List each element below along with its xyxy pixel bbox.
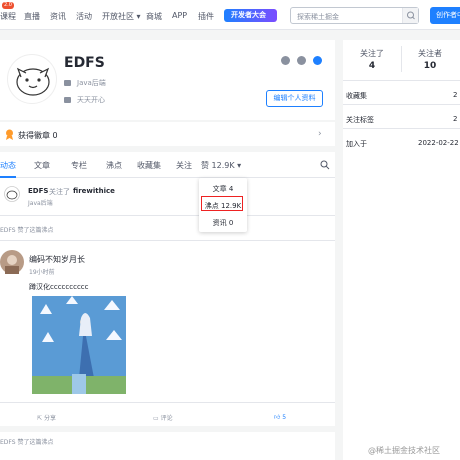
follow-user[interactable]: EDFS bbox=[28, 187, 48, 195]
post-image[interactable] bbox=[32, 296, 126, 394]
tab-following[interactable]: 关注 bbox=[176, 160, 192, 171]
thumbs-up-icon: 👍︎ bbox=[274, 414, 283, 421]
nav-live[interactable]: 直播 bbox=[24, 11, 40, 22]
top-navbar: 2.0 课程 直播 资讯 活动 开放社区 ▾ 商城 APP 插件 开发者大会 探… bbox=[0, 0, 460, 30]
tags-label[interactable]: 关注标签 bbox=[346, 115, 374, 125]
search-placeholder: 探索稀土掘金 bbox=[297, 13, 339, 21]
divider bbox=[0, 240, 335, 241]
tab-collections[interactable]: 收藏集 bbox=[137, 160, 161, 171]
follow-target-job: Java后端 bbox=[28, 200, 53, 207]
joined-date: 2022-02-22 bbox=[418, 139, 459, 147]
tab-likes[interactable]: 赞 12.9K ▾ bbox=[201, 160, 241, 171]
new-badge: 2.0 bbox=[2, 2, 14, 9]
briefcase-icon bbox=[64, 80, 71, 86]
following-stat[interactable]: 关注了 4 bbox=[343, 48, 401, 71]
liked-pin-notice: EDFS 赞了这篇沸点 bbox=[0, 227, 54, 234]
nav-course[interactable]: 课程 bbox=[0, 11, 16, 22]
share-button[interactable]: ⇱ 分享 bbox=[37, 413, 56, 422]
divider bbox=[343, 80, 460, 81]
avatar[interactable] bbox=[7, 54, 57, 104]
weibo-icon[interactable] bbox=[281, 56, 290, 65]
watermark: @稀土掘金技术社区 bbox=[368, 446, 440, 455]
divider bbox=[343, 128, 460, 129]
search-icon bbox=[407, 11, 415, 20]
profile-tabs: 动态 文章 专栏 沸点 收藏集 关注 赞 12.9K ▾ bbox=[0, 152, 335, 178]
dev-conference-button[interactable]: 开发者大会 bbox=[224, 9, 277, 22]
chevron-right-icon: › bbox=[318, 129, 322, 139]
post-author-avatar[interactable] bbox=[0, 250, 24, 274]
tab-columns[interactable]: 专栏 bbox=[71, 160, 87, 171]
highlight-box bbox=[201, 196, 243, 211]
job-title: Java后端 bbox=[64, 78, 106, 88]
nav-events[interactable]: 活动 bbox=[76, 11, 92, 22]
bio: 天天开心 bbox=[64, 95, 105, 105]
medal-icon bbox=[6, 129, 13, 140]
search-button[interactable] bbox=[402, 8, 418, 23]
post-author[interactable]: 编码不知岁月长 bbox=[29, 254, 85, 265]
search-input[interactable]: 探索稀土掘金 bbox=[290, 7, 419, 24]
follow-target[interactable]: firewithice bbox=[73, 187, 115, 195]
tab-articles[interactable]: 文章 bbox=[34, 160, 50, 171]
edit-profile-button[interactable]: 编辑个人资料 bbox=[266, 90, 323, 107]
dropdown-item-news[interactable]: 资讯 0 bbox=[199, 218, 247, 228]
divider bbox=[401, 46, 402, 72]
bio-icon bbox=[64, 97, 71, 103]
nav-plugins[interactable]: 插件 bbox=[198, 11, 214, 22]
nav-shop[interactable]: 商城 bbox=[146, 11, 162, 22]
divider bbox=[343, 104, 460, 105]
tab-activity[interactable]: 动态 bbox=[0, 160, 16, 171]
user-avatar-small[interactable] bbox=[4, 186, 20, 202]
comment-icon: ▭ bbox=[153, 415, 161, 422]
followers-stat[interactable]: 关注者 10 bbox=[401, 48, 459, 71]
divider bbox=[0, 402, 335, 403]
website-icon[interactable] bbox=[313, 56, 322, 65]
github-icon[interactable] bbox=[297, 56, 306, 65]
divider bbox=[0, 215, 335, 216]
activity-feed: EDFS 关注了 firewithice Java后端 EDFS 赞了这篇沸点 … bbox=[0, 178, 335, 460]
avatar-face-icon bbox=[16, 67, 50, 96]
creator-center-button[interactable]: 创作者中 bbox=[430, 7, 460, 24]
collections-label[interactable]: 收藏集 bbox=[346, 91, 367, 101]
medal-bar[interactable]: 获得徽章 0 › bbox=[0, 122, 335, 146]
nav-app[interactable]: APP bbox=[172, 11, 187, 20]
post-text: 蹲汉化cccccccccc bbox=[29, 283, 89, 291]
dropdown-item-articles[interactable]: 文章 4 bbox=[199, 184, 247, 194]
tab-pins[interactable]: 沸点 bbox=[106, 160, 122, 171]
medal-label: 获得徽章 0 bbox=[18, 131, 58, 140]
section-gap bbox=[0, 426, 335, 432]
profile-card: EDFS Java后端 天天开心 编辑个人资料 bbox=[0, 40, 335, 120]
joined-label: 加入于 bbox=[346, 140, 367, 148]
search-icon[interactable] bbox=[320, 160, 330, 170]
like-button[interactable]: 👍︎ 5 bbox=[274, 413, 286, 421]
anime-artwork-image bbox=[32, 296, 126, 394]
username: EDFS bbox=[64, 55, 105, 71]
comment-button[interactable]: ▭ 评论 bbox=[153, 413, 173, 422]
nav-community[interactable]: 开放社区 ▾ bbox=[102, 11, 141, 22]
post-time: 19小时前 bbox=[29, 269, 55, 276]
profile-sidebar: 关注了 4 关注者 10 收藏集 2 关注标签 2 加入于 2022-02-22 bbox=[343, 40, 460, 460]
share-icon: ⇱ bbox=[37, 415, 44, 422]
tags-count: 2 bbox=[453, 115, 458, 123]
likes-dropdown-menu: 文章 4 沸点 12.9K 资讯 0 bbox=[199, 178, 247, 232]
nav-news[interactable]: 资讯 bbox=[50, 11, 66, 22]
follow-action: 关注了 bbox=[49, 188, 70, 196]
collections-count: 2 bbox=[453, 91, 458, 99]
liked-pin-notice-2: EDFS 赞了这篇沸点 bbox=[0, 439, 54, 446]
